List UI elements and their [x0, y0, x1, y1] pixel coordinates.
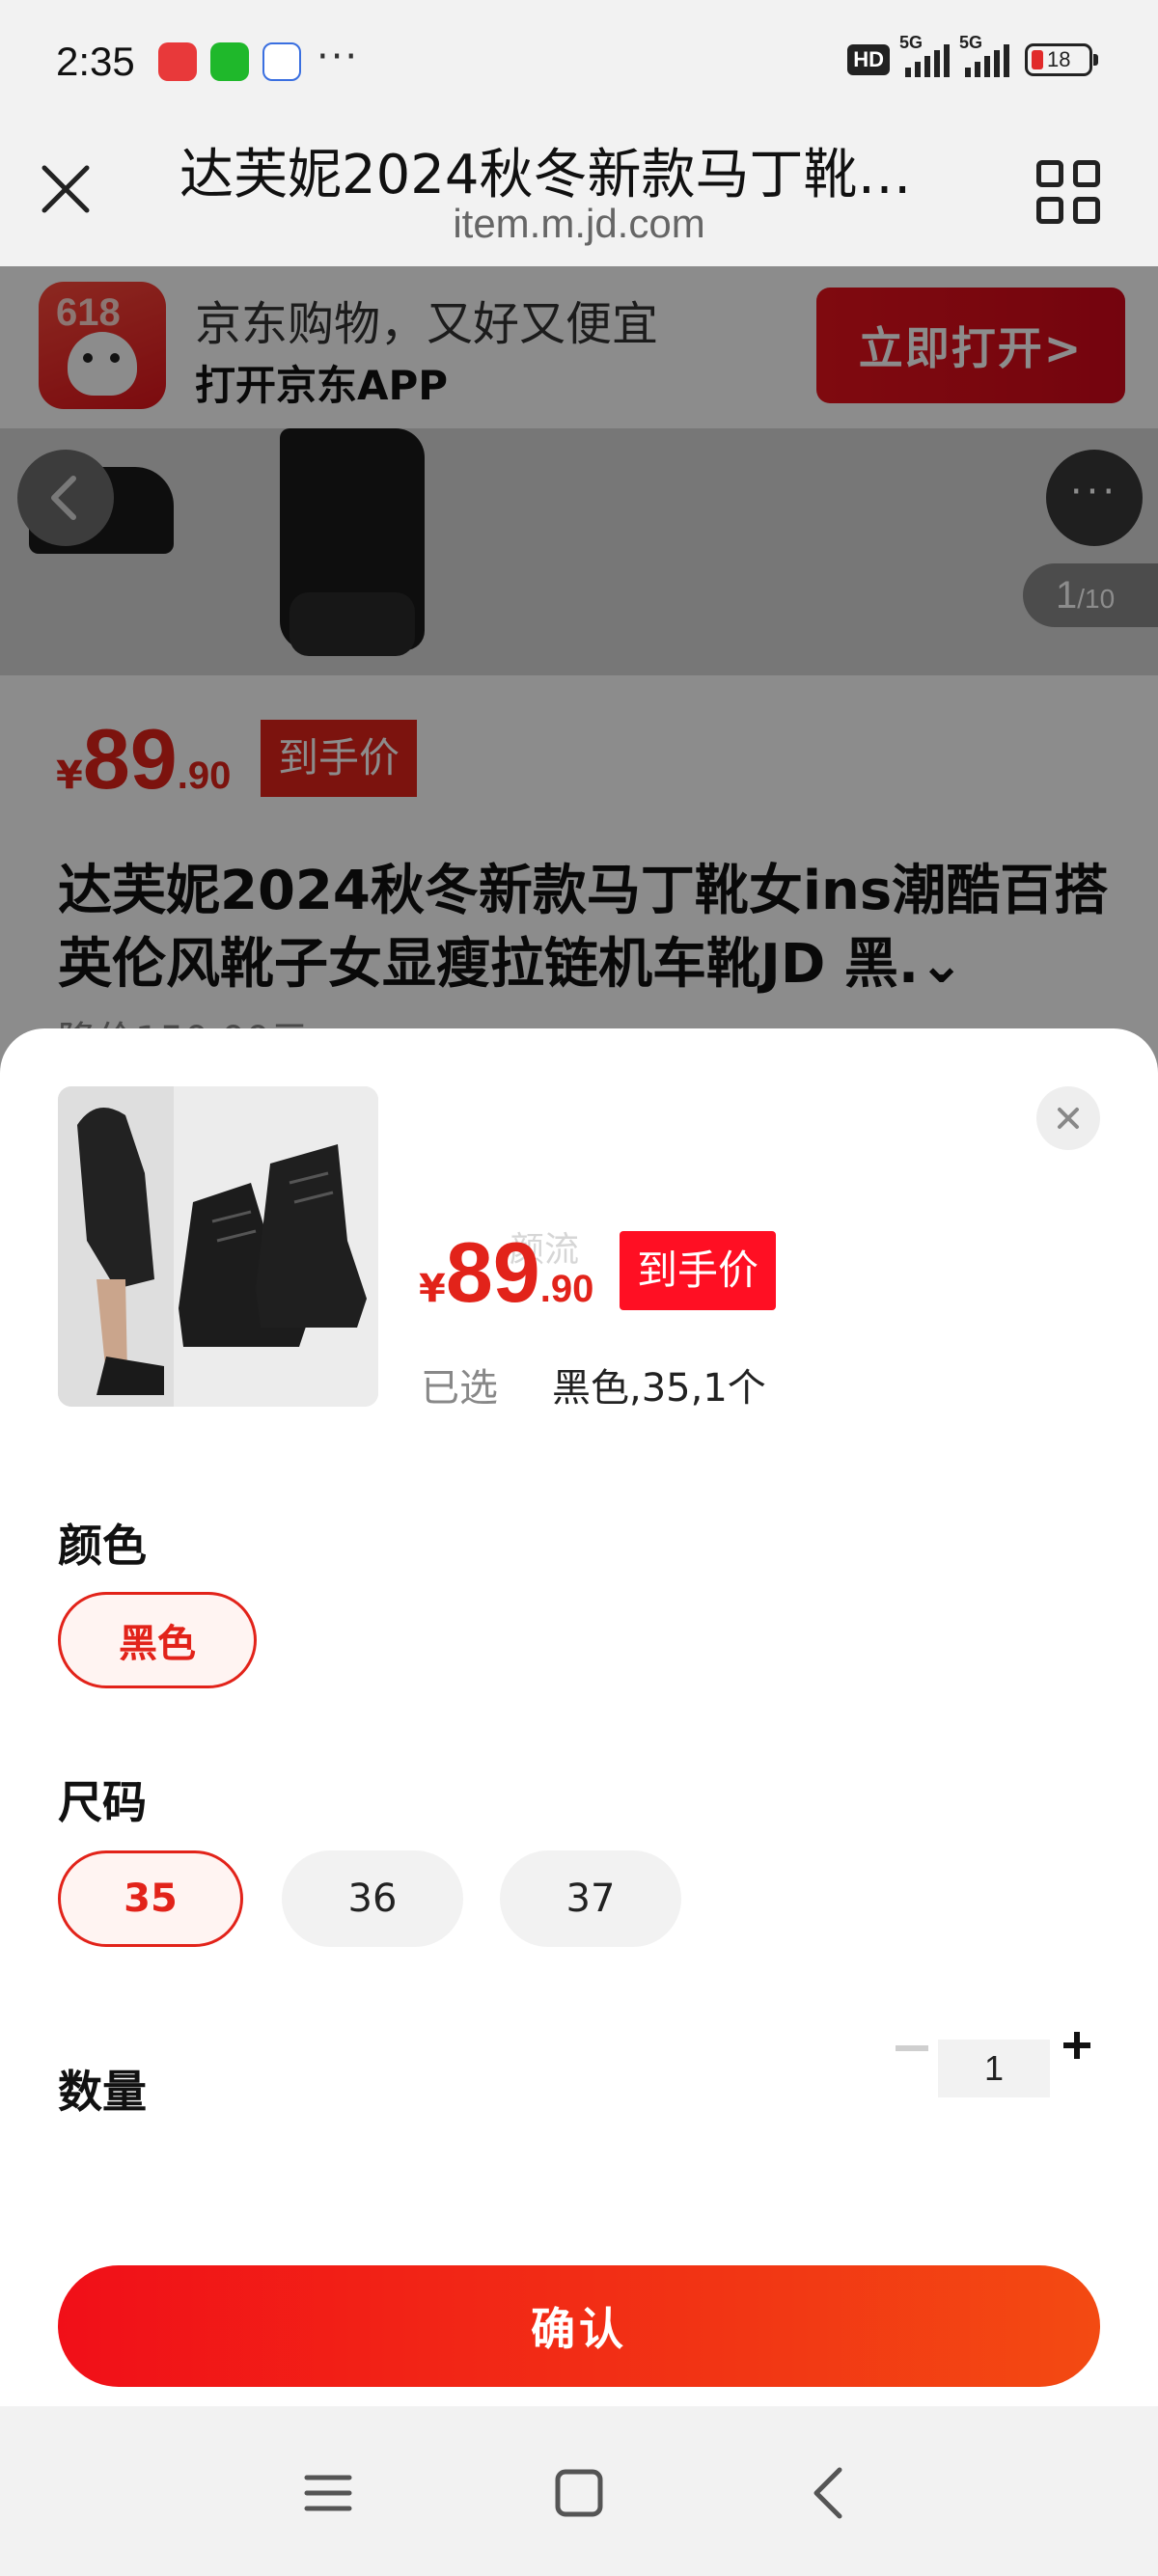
status-time: 2:35 — [56, 39, 135, 84]
quantity-section-title: 数量 — [58, 2066, 147, 2118]
battery-level: 18 — [1047, 47, 1071, 71]
quantity-decrease-button[interactable] — [896, 2045, 928, 2051]
size-option-36[interactable]: 36 — [282, 1850, 463, 1947]
system-navigation-bar — [0, 2406, 1158, 2576]
battery-icon: 18 — [1025, 43, 1098, 76]
more-notifications-icon: ··· — [317, 35, 360, 79]
baidu-notification-icon — [262, 42, 301, 81]
wechat-notification-icon — [210, 42, 249, 81]
back-icon[interactable] — [795, 2458, 865, 2528]
page-title: 达芙妮2024秋冬新款马丁靴… — [179, 144, 912, 206]
sheet-price-tag: 到手价 — [620, 1231, 777, 1310]
signal-icon-2: 5G — [959, 33, 1009, 77]
size-section-title: 尺码 — [58, 1776, 147, 1828]
signal-icon-1: 5G — [899, 33, 950, 77]
recent-apps-icon[interactable] — [293, 2458, 363, 2528]
jd-app-notification-icon — [158, 42, 197, 81]
page-url: item.m.jd.com — [453, 201, 705, 246]
close-icon — [1058, 1108, 1079, 1129]
color-option-black[interactable]: 黑色 — [58, 1592, 257, 1688]
status-indicators: HD 5G 5G 18 — [847, 33, 1098, 77]
hd-voice-icon: HD — [847, 44, 890, 75]
quantity-input[interactable]: 1 — [938, 2040, 1050, 2097]
product-photo — [58, 1086, 378, 1407]
size-option-35[interactable]: 35 — [58, 1850, 243, 1947]
selected-value: 黑色,35,1个 — [552, 1366, 766, 1411]
sheet-close-button[interactable] — [1036, 1086, 1100, 1150]
sku-selector-sheet: 颜流 ¥ 89 .90 到手价 已选 黑色,35,1个 颜色 黑色 尺码 35 … — [0, 1028, 1158, 2406]
product-thumbnail[interactable] — [58, 1086, 378, 1407]
color-section-title: 颜色 — [58, 1520, 147, 1572]
menu-grid-icon[interactable] — [1036, 160, 1100, 224]
quantity-increase-button[interactable] — [1060, 2028, 1094, 2063]
sheet-price: ¥ 89 .90 — [419, 1224, 594, 1320]
status-bar: 2:35 ··· HD 5G 5G 18 — [0, 0, 1158, 131]
selected-label: 已选 — [421, 1366, 498, 1411]
home-icon[interactable] — [544, 2458, 614, 2528]
confirm-button[interactable]: 确认 — [58, 2265, 1100, 2387]
size-option-37[interactable]: 37 — [500, 1850, 681, 1947]
browser-toolbar: 达芙妮2024秋冬新款马丁靴… item.m.jd.com — [0, 131, 1158, 266]
